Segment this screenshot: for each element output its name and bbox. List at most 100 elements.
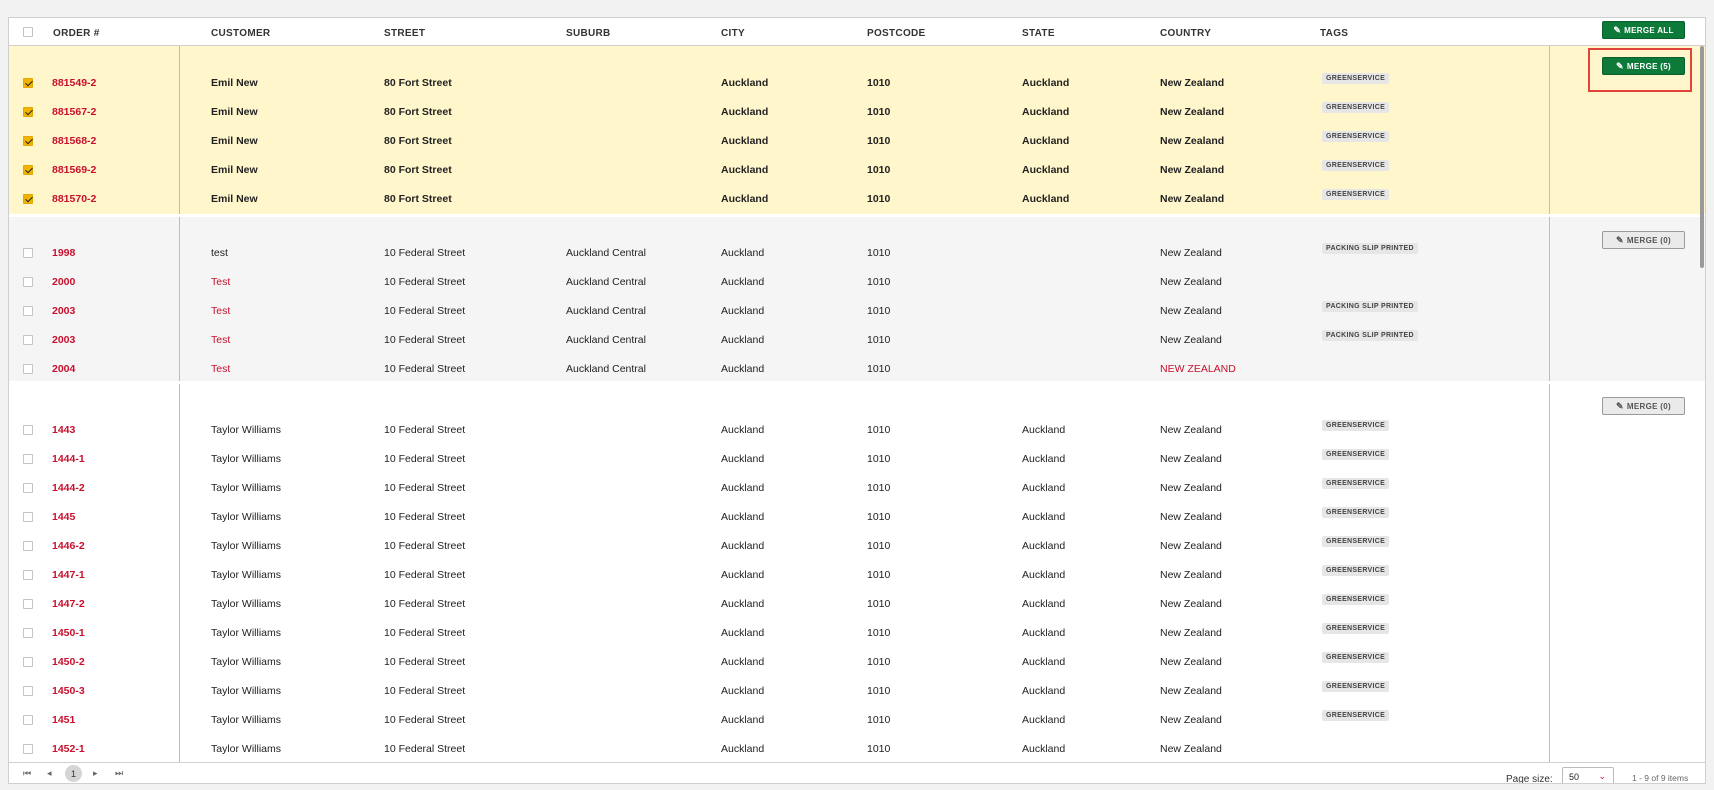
row-checkbox[interactable] bbox=[23, 165, 33, 175]
table-row[interactable]: 1450-1 Taylor Williams 10 Federal Street Au… bbox=[9, 619, 1549, 648]
page-number-current[interactable]: 1 bbox=[65, 765, 82, 782]
table-row[interactable]: 1450-2 Taylor Williams 10 Federal Street Au… bbox=[9, 648, 1549, 677]
tag-badge: GREENSERVICE bbox=[1322, 710, 1390, 721]
cell-order[interactable]: 1447-2 bbox=[52, 598, 85, 610]
cell-order[interactable]: 881568-2 bbox=[52, 135, 96, 147]
cell-order[interactable]: 1998 bbox=[52, 247, 75, 259]
merge-group-button[interactable]: ✎ MERGE (0) bbox=[1602, 231, 1685, 249]
header-country[interactable]: COUNTRY bbox=[1160, 28, 1211, 39]
row-checkbox[interactable] bbox=[23, 744, 33, 754]
row-checkbox[interactable] bbox=[23, 306, 33, 316]
row-checkbox[interactable] bbox=[23, 78, 33, 88]
cell-customer: Taylor Williams bbox=[211, 714, 282, 726]
last-page-icon[interactable]: ⏭ bbox=[115, 768, 123, 779]
cell-order[interactable]: 1450-2 bbox=[52, 656, 85, 668]
cell-order[interactable]: 2004 bbox=[52, 363, 75, 375]
table-row[interactable]: 881567-2 Emil New 80 Fort Street Auckland 10… bbox=[9, 98, 1549, 127]
cell-order[interactable]: 2000 bbox=[52, 276, 75, 288]
merge-all-button[interactable]: ✎ MERGE ALL bbox=[1602, 21, 1685, 39]
header-street[interactable]: STREET bbox=[384, 28, 425, 39]
table-row[interactable]: 881568-2 Emil New 80 Fort Street Auckland 10… bbox=[9, 127, 1549, 156]
row-checkbox[interactable] bbox=[23, 454, 33, 464]
order-group: 1998 test 10 Federal Street Auckland Centra… bbox=[9, 217, 1705, 381]
cell-order[interactable]: 2003 bbox=[52, 305, 75, 317]
cell-order[interactable]: 1446-2 bbox=[52, 540, 85, 552]
cell-order[interactable]: 881567-2 bbox=[52, 106, 96, 118]
cell-order[interactable]: 881569-2 bbox=[52, 164, 96, 176]
table-row[interactable]: 2003 Test 10 Federal Street Auckland Centra… bbox=[9, 297, 1549, 326]
table-row[interactable]: 1447-1 Taylor Williams 10 Federal Street Au… bbox=[9, 561, 1549, 590]
cell-order[interactable]: 1447-1 bbox=[52, 569, 85, 581]
cell-city: Auckland bbox=[721, 714, 765, 726]
table-row[interactable]: 1444-2 Taylor Williams 10 Federal Street Au… bbox=[9, 474, 1549, 503]
table-row[interactable]: 1450-3 Taylor Williams 10 Federal Street Au… bbox=[9, 677, 1549, 706]
row-checkbox[interactable] bbox=[23, 628, 33, 638]
cell-order[interactable]: 881549-2 bbox=[52, 77, 96, 89]
row-checkbox[interactable] bbox=[23, 541, 33, 551]
cell-street: 10 Federal Street bbox=[384, 714, 466, 726]
table-row[interactable]: 1998 test 10 Federal Street Auckland Centra… bbox=[9, 239, 1549, 268]
row-checkbox[interactable] bbox=[23, 425, 33, 435]
cell-order[interactable]: 1452-1 bbox=[52, 743, 85, 755]
table-row[interactable]: 881549-2 Emil New 80 Fort Street Auckland 10… bbox=[9, 69, 1549, 98]
cell-state: Auckland bbox=[1022, 453, 1066, 465]
cell-order[interactable]: 1444-1 bbox=[52, 453, 85, 465]
table-row[interactable]: 1452-1 Taylor Williams 10 Federal Street Au… bbox=[9, 735, 1549, 762]
table-row[interactable]: 881570-2 Emil New 80 Fort Street Auckland 10… bbox=[9, 185, 1549, 214]
row-checkbox[interactable] bbox=[23, 686, 33, 696]
row-checkbox[interactable] bbox=[23, 248, 33, 258]
cell-order[interactable]: 881570-2 bbox=[52, 193, 96, 205]
cell-customer: Taylor Williams bbox=[211, 685, 282, 697]
row-checkbox[interactable] bbox=[23, 483, 33, 493]
next-page-icon[interactable]: ▸ bbox=[93, 768, 98, 779]
table-row[interactable]: 2004 Test 10 Federal Street Auckland Centra… bbox=[9, 355, 1549, 384]
header-order[interactable]: ORDER # bbox=[53, 28, 100, 39]
cell-country: New Zealand bbox=[1160, 511, 1222, 523]
table-row[interactable]: 1447-2 Taylor Williams 10 Federal Street Au… bbox=[9, 590, 1549, 619]
tag-badge: GREENSERVICE bbox=[1322, 102, 1390, 113]
cell-street: 10 Federal Street bbox=[384, 453, 466, 465]
table-row[interactable]: 2003 Test 10 Federal Street Auckland Centra… bbox=[9, 326, 1549, 355]
cell-order[interactable]: 1450-1 bbox=[52, 627, 85, 639]
row-checkbox[interactable] bbox=[23, 194, 33, 204]
table-row[interactable]: 1451 Taylor Williams 10 Federal Street Auck… bbox=[9, 706, 1549, 735]
cell-order[interactable]: 1444-2 bbox=[52, 482, 85, 494]
cell-order[interactable]: 1443 bbox=[52, 424, 75, 436]
table-row[interactable]: 1443 Taylor Williams 10 Federal Street Auck… bbox=[9, 416, 1549, 445]
header-postcode[interactable]: POSTCODE bbox=[867, 28, 926, 39]
header-customer[interactable]: CUSTOMER bbox=[211, 28, 270, 39]
cell-order[interactable]: 1451 bbox=[52, 714, 75, 726]
row-checkbox[interactable] bbox=[23, 277, 33, 287]
header-suburb[interactable]: SUBURB bbox=[566, 28, 611, 39]
select-all-checkbox[interactable] bbox=[23, 27, 33, 37]
header-tags[interactable]: TAGS bbox=[1320, 28, 1348, 39]
table-row[interactable]: 1444-1 Taylor Williams 10 Federal Street Au… bbox=[9, 445, 1549, 474]
table-row[interactable]: 2000 Test 10 Federal Street Auckland Centra… bbox=[9, 268, 1549, 297]
cell-postcode: 1010 bbox=[867, 77, 891, 89]
row-checkbox[interactable] bbox=[23, 512, 33, 522]
page-size-select[interactable]: 50 ⌄ bbox=[1562, 767, 1614, 783]
row-checkbox[interactable] bbox=[23, 335, 33, 345]
row-checkbox[interactable] bbox=[23, 107, 33, 117]
row-checkbox[interactable] bbox=[23, 570, 33, 580]
row-checkbox[interactable] bbox=[23, 657, 33, 667]
table-row[interactable]: 881569-2 Emil New 80 Fort Street Auckland 10… bbox=[9, 156, 1549, 185]
table-row[interactable]: 1446-2 Taylor Williams 10 Federal Street Au… bbox=[9, 532, 1549, 561]
cell-street: 10 Federal Street bbox=[384, 424, 466, 436]
vertical-scrollbar[interactable] bbox=[1700, 46, 1704, 268]
cell-order[interactable]: 1450-3 bbox=[52, 685, 85, 697]
first-page-icon[interactable]: ⏮ bbox=[23, 768, 31, 779]
cell-postcode: 1010 bbox=[867, 743, 891, 755]
table-row[interactable]: 1445 Taylor Williams 10 Federal Street Auck… bbox=[9, 503, 1549, 532]
cell-order[interactable]: 2003 bbox=[52, 334, 75, 346]
header-city[interactable]: CITY bbox=[721, 28, 745, 39]
prev-page-icon[interactable]: ◂ bbox=[47, 768, 52, 779]
row-checkbox[interactable] bbox=[23, 599, 33, 609]
cell-order[interactable]: 1445 bbox=[52, 511, 75, 523]
row-checkbox[interactable] bbox=[23, 364, 33, 374]
cell-postcode: 1010 bbox=[867, 656, 891, 668]
header-state[interactable]: STATE bbox=[1022, 28, 1055, 39]
row-checkbox[interactable] bbox=[23, 136, 33, 146]
row-checkbox[interactable] bbox=[23, 715, 33, 725]
merge-group-button[interactable]: ✎ MERGE (0) bbox=[1602, 397, 1685, 415]
